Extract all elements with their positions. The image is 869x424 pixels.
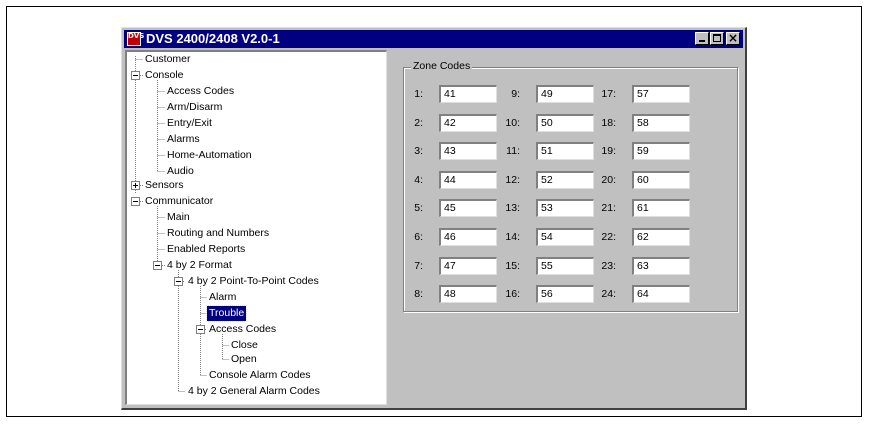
tree-item-arm-disarm[interactable]: Arm/Disarm [165, 100, 224, 115]
zone-6-code-input[interactable]: 46 [439, 228, 497, 246]
zone-5-code-input[interactable]: 45 [439, 199, 497, 218]
window-title: DVS 2400/2408 V2.0-1 [146, 31, 280, 46]
tree-item-enabled-reports[interactable]: Enabled Reports [165, 242, 247, 257]
expand-sensors-icon[interactable] [131, 181, 140, 190]
close-button[interactable]: × [726, 31, 740, 45]
app-icon[interactable]: DVS [127, 32, 144, 46]
zone-15-label: 15: [505, 259, 520, 272]
maximize-button[interactable] [710, 32, 724, 45]
tree-item-alarm[interactable]: Alarm [207, 290, 238, 305]
settings-tree[interactable]: Customer Console Access Codes Arm/Disarm… [125, 50, 387, 405]
zone-14-code-input[interactable]: 54 [536, 228, 594, 246]
tree-item-4by2-point-to-point-codes[interactable]: 4 by 2 Point-To-Point Codes [186, 274, 321, 289]
zone-2-label: 2: [414, 116, 423, 129]
zone-10-label: 10: [505, 116, 520, 129]
collapse-4by2-format-icon[interactable] [153, 261, 162, 270]
minimize-button[interactable] [695, 32, 709, 45]
zone-19-code-input[interactable]: 59 [632, 142, 690, 161]
zone-1-label: 1: [414, 88, 423, 100]
tree-item-alarms[interactable]: Alarms [165, 132, 202, 147]
zone-9-code-input[interactable]: 49 [536, 85, 594, 103]
zone-23-label: 23: [601, 259, 616, 272]
zone-3-label: 3: [414, 145, 423, 158]
close-icon: × [727, 31, 739, 45]
title-bar[interactable]: DVS DVS 2400/2408 V2.0-1 × [124, 30, 743, 48]
zone-11-code-input[interactable]: 51 [536, 142, 594, 161]
tree-item-entry-exit[interactable]: Entry/Exit [165, 116, 214, 131]
tree-item-main[interactable]: Main [165, 210, 192, 225]
tree-item-4by2-format[interactable]: 4 by 2 Format [165, 258, 234, 273]
tree-item-access-codes[interactable]: Access Codes [165, 84, 236, 99]
app-window: DVS DVS 2400/2408 V2.0-1 × Customer Cons… [121, 27, 747, 410]
zone-9-label: 9: [511, 88, 520, 100]
zone-18-code-input[interactable]: 58 [632, 113, 690, 132]
zone-16-code-input[interactable]: 56 [536, 285, 594, 304]
zone-8-label: 8: [414, 288, 423, 301]
zone-2-code-input[interactable]: 42 [439, 113, 497, 132]
maximize-icon [713, 34, 721, 42]
zone-4-code-input[interactable]: 44 [439, 170, 497, 189]
tree-item-communicator[interactable]: Communicator [143, 194, 215, 209]
zone-codes-group [403, 67, 738, 312]
zone-7-label: 7: [414, 259, 423, 272]
zone-6-label: 6: [414, 231, 423, 243]
zone-16-label: 16: [505, 288, 520, 301]
details-pane: Zone Codes 1: 41 2: 42 3: 43 4: 44 5: 45 6: 46 7: 47 8… [391, 50, 743, 405]
zone-15-code-input[interactable]: 55 [536, 256, 594, 275]
tree-item-customer[interactable]: Customer [143, 52, 193, 67]
zone-20-code-input[interactable]: 60 [632, 170, 690, 189]
zone-23-code-input[interactable]: 63 [632, 256, 690, 275]
tree-item-console[interactable]: Console [143, 68, 186, 83]
collapse-communicator-icon[interactable] [131, 197, 140, 206]
zone-10-code-input[interactable]: 50 [536, 113, 594, 132]
tree-item-console-alarm-codes[interactable]: Console Alarm Codes [207, 368, 313, 383]
zone-19-label: 19: [601, 145, 616, 158]
tree-item-home-automation[interactable]: Home-Automation [165, 148, 254, 163]
zone-5-label: 5: [414, 202, 423, 215]
zone-24-code-input[interactable]: 64 [632, 285, 690, 304]
zone-24-label: 24: [601, 288, 616, 301]
zone-1-code-input[interactable]: 41 [439, 85, 497, 103]
tree-item-access-codes-sub[interactable]: Access Codes [207, 322, 278, 337]
tree-item-sensors[interactable]: Sensors [143, 178, 186, 193]
tree-item-routing-and-numbers[interactable]: Routing and Numbers [165, 226, 271, 241]
tree-item-4by2-general-alarm-codes[interactable]: 4 by 2 General Alarm Codes [186, 384, 322, 399]
zone-17-label: 17: [601, 88, 616, 100]
tree-item-trouble[interactable]: Trouble [205, 305, 248, 322]
zone-14-label: 14: [505, 231, 520, 243]
tree-item-audio[interactable]: Audio [165, 164, 196, 179]
zone-13-label: 13: [505, 202, 520, 215]
zone-21-label: 21: [601, 202, 616, 215]
tree-item-close[interactable]: Close [229, 338, 260, 353]
collapse-console-icon[interactable] [131, 71, 140, 80]
zone-20-label: 20: [601, 173, 616, 186]
zone-11-label: 11: [506, 145, 520, 158]
zone-22-code-input[interactable]: 62 [632, 228, 690, 246]
zone-12-label: 12: [505, 173, 520, 186]
zone-4-label: 4: [414, 173, 423, 186]
zone-21-code-input[interactable]: 61 [632, 199, 690, 218]
zone-8-code-input[interactable]: 48 [439, 285, 497, 304]
zone-22-label: 22: [601, 231, 616, 243]
zone-3-code-input[interactable]: 43 [439, 142, 497, 161]
zone-17-code-input[interactable]: 57 [632, 85, 690, 103]
zone-18-label: 18: [601, 116, 616, 129]
minimize-icon [699, 40, 705, 42]
collapse-point-to-point-icon[interactable] [174, 277, 183, 286]
zone-13-code-input[interactable]: 53 [536, 199, 594, 218]
zone-codes-group-title: Zone Codes [411, 60, 473, 72]
zone-12-code-input[interactable]: 52 [536, 170, 594, 189]
collapse-access-codes-icon[interactable] [196, 325, 205, 334]
zone-7-code-input[interactable]: 47 [439, 256, 497, 275]
tree-item-open[interactable]: Open [229, 352, 259, 367]
